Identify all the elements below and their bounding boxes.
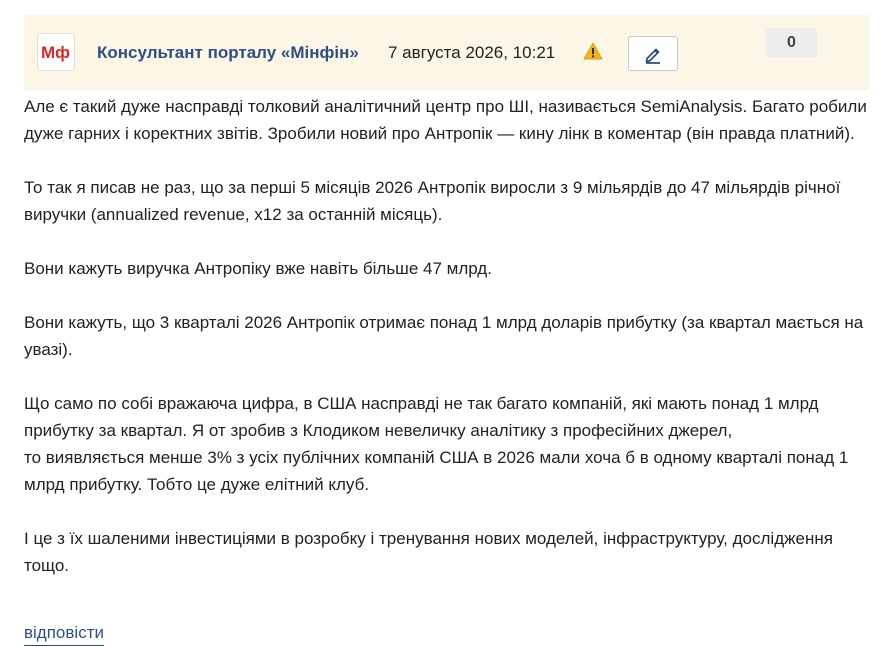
warning-triangle-icon[interactable] xyxy=(583,42,603,60)
post-paragraph-line: то виявляється менше 3% з усіх публічних… xyxy=(24,448,849,494)
post-paragraph: Але є такий дуже насправді толковий анал… xyxy=(24,97,867,143)
post-paragraph: І це з їх шаленими інвестиціями в розроб… xyxy=(24,529,833,575)
post-paragraph-line: Що само по собі вражаюча цифра, в США на… xyxy=(24,394,819,440)
author-name[interactable]: Консультант порталу «Мінфін» xyxy=(97,43,359,63)
vote-count-badge[interactable]: 0 xyxy=(766,28,817,58)
post-paragraph: Вони кажуть, що 3 кварталі 2026 Антропік… xyxy=(24,313,864,359)
post-body: Але є такий дуже насправді толковий анал… xyxy=(24,93,874,579)
reply-link[interactable]: відповісти xyxy=(24,621,104,646)
minfin-logo-icon: Мф xyxy=(41,43,70,62)
post-header: Мф Консультант порталу «Мінфін» 7 август… xyxy=(24,15,869,90)
post-date: 7 августа 2026, 10:21 xyxy=(388,43,556,62)
post-paragraph: Вони кажуть виручка Антропіку вже навіть… xyxy=(24,259,492,278)
pencil-icon xyxy=(645,48,660,64)
forum-post: Мф Консультант порталу «Мінфін» 7 август… xyxy=(0,0,889,647)
edit-button[interactable] xyxy=(628,36,678,71)
post-paragraph-multiline: Що само по собі вражаюча цифра, в США на… xyxy=(24,390,874,498)
post-paragraph: То так я писав не раз, що за перші 5 міс… xyxy=(24,178,841,224)
minfin-logo[interactable]: Мф xyxy=(37,33,75,71)
logo-text: Мф xyxy=(41,43,70,62)
